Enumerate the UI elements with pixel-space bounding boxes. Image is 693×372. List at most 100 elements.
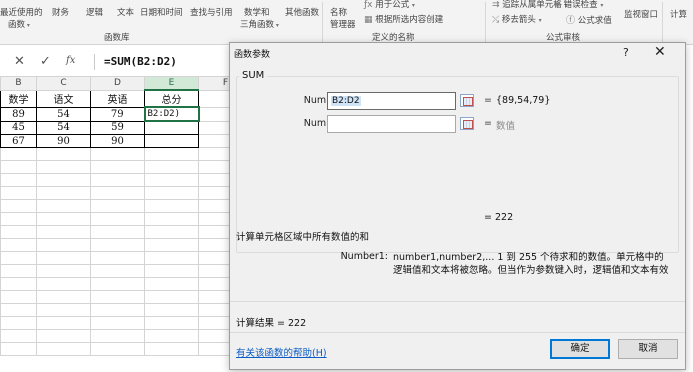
formula-input[interactable]: =SUM(B2:D2) <box>104 54 234 70</box>
insert-function-icon[interactable]: fx <box>66 55 75 66</box>
help-icon[interactable]: ? <box>623 46 629 59</box>
ribbon-function-button[interactable]: 日期和时间 <box>140 6 183 18</box>
cell[interactable] <box>90 277 145 291</box>
cell[interactable] <box>0 186 37 200</box>
cell[interactable] <box>144 329 199 343</box>
cell[interactable] <box>90 199 145 213</box>
cell[interactable] <box>144 186 199 200</box>
cell[interactable] <box>90 329 145 343</box>
cell[interactable] <box>36 147 91 161</box>
cell[interactable] <box>0 303 37 317</box>
cell[interactable] <box>36 199 91 213</box>
calculate-button[interactable]: 计算 <box>670 8 687 20</box>
cell[interactable] <box>90 264 145 278</box>
cell[interactable] <box>0 173 37 187</box>
cell[interactable] <box>0 264 37 278</box>
ribbon-function-button[interactable]: 其他函数 <box>285 6 319 18</box>
cell[interactable] <box>144 290 199 304</box>
cell[interactable] <box>90 186 145 200</box>
cell[interactable] <box>36 212 91 226</box>
ribbon-function-button[interactable]: 三角函数 <box>240 18 279 30</box>
cell[interactable]: 54 <box>36 120 91 135</box>
cell[interactable]: 54 <box>36 106 91 122</box>
cell[interactable] <box>144 342 199 356</box>
cell[interactable] <box>36 173 91 187</box>
watch-window-button[interactable]: 监视窗口 <box>624 8 658 20</box>
name-manager-button[interactable]: 名称 <box>330 6 347 18</box>
cell[interactable] <box>144 199 199 213</box>
cell[interactable] <box>144 316 199 330</box>
cell[interactable] <box>90 303 145 317</box>
cell[interactable]: 90 <box>90 134 145 148</box>
ribbon-function-button[interactable]: 数学和 <box>244 6 270 18</box>
cell[interactable] <box>36 225 91 239</box>
cell[interactable] <box>144 160 199 174</box>
cell[interactable] <box>0 225 37 239</box>
cell[interactable] <box>90 290 145 304</box>
column-header[interactable]: D <box>90 76 145 91</box>
cell[interactable] <box>0 251 37 265</box>
cell[interactable] <box>144 264 199 278</box>
cell[interactable] <box>36 264 91 278</box>
collapse-dialog-icon[interactable] <box>460 117 474 130</box>
cell[interactable]: 90 <box>36 134 91 148</box>
cell[interactable] <box>0 160 37 174</box>
cell[interactable]: 89 <box>0 106 37 122</box>
column-header[interactable]: E <box>144 76 199 91</box>
cell[interactable] <box>36 277 91 291</box>
cancel-button[interactable]: 取消 <box>618 339 678 359</box>
cell[interactable] <box>90 238 145 252</box>
cell[interactable] <box>144 251 199 265</box>
collapse-dialog-icon[interactable] <box>460 94 474 107</box>
evaluate-formula-button[interactable]: ⓕ 公式求值 <box>566 13 612 26</box>
cell[interactable]: 数学 <box>0 89 37 108</box>
cell[interactable] <box>90 173 145 187</box>
ribbon-function-button[interactable]: 查找与引用 <box>190 6 233 18</box>
cell[interactable] <box>90 147 145 161</box>
ribbon-function-button[interactable]: 最近使用的 <box>0 6 43 18</box>
cell[interactable] <box>144 173 199 187</box>
cell[interactable] <box>36 238 91 252</box>
cell[interactable] <box>90 212 145 226</box>
cell[interactable] <box>0 316 37 330</box>
use-in-formula-button[interactable]: ƒx 用于公式 <box>364 0 415 10</box>
close-icon[interactable]: ✕ <box>654 44 666 60</box>
cell[interactable] <box>90 225 145 239</box>
column-header[interactable]: B <box>0 76 37 91</box>
ribbon-function-button[interactable]: 文本 <box>117 6 134 18</box>
cell[interactable]: 语文 <box>36 89 91 108</box>
function-help-link[interactable]: 有关该函数的帮助(H) <box>236 345 327 359</box>
cell[interactable] <box>0 277 37 291</box>
cell[interactable] <box>144 225 199 239</box>
cell[interactable] <box>144 212 199 226</box>
cell[interactable] <box>90 316 145 330</box>
cell[interactable] <box>36 186 91 200</box>
number1-input[interactable]: B2:D2 <box>327 92 456 110</box>
cell[interactable] <box>0 329 37 343</box>
cell[interactable] <box>144 303 199 317</box>
cell[interactable]: 英语 <box>90 89 145 108</box>
cell[interactable] <box>36 160 91 174</box>
number2-input[interactable] <box>327 115 456 133</box>
cell[interactable] <box>0 212 37 226</box>
error-checking-button[interactable]: ◈ 错误检查 <box>554 0 603 10</box>
column-header[interactable]: C <box>36 76 91 91</box>
cell[interactable] <box>0 238 37 252</box>
cell[interactable] <box>36 251 91 265</box>
cell[interactable] <box>144 120 199 135</box>
name-manager-button-line2[interactable]: 管理器 <box>330 18 356 30</box>
cell[interactable] <box>90 342 145 356</box>
cell[interactable] <box>36 342 91 356</box>
cell[interactable] <box>0 342 37 356</box>
ok-button[interactable]: 确定 <box>550 339 610 359</box>
cell[interactable]: 45 <box>0 120 37 135</box>
cell[interactable]: 总分 <box>144 89 199 108</box>
cell[interactable] <box>0 290 37 304</box>
cell[interactable] <box>0 147 37 161</box>
create-from-selection-button[interactable]: ▦ 根据所选内容创建 <box>364 13 443 25</box>
cell[interactable]: 67 <box>0 134 37 148</box>
cancel-icon[interactable]: ✕ <box>14 54 25 69</box>
cell[interactable] <box>36 290 91 304</box>
cell[interactable] <box>0 199 37 213</box>
ribbon-function-button[interactable]: 财务 <box>52 6 69 18</box>
